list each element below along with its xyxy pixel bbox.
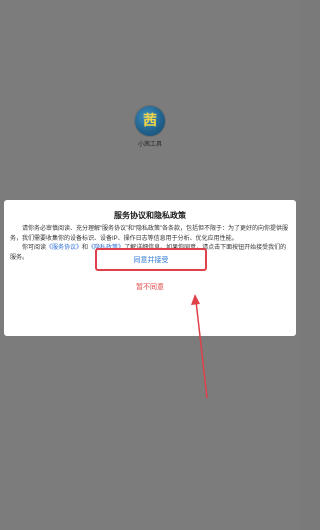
app-background: 茜 小茜工具 服务协议和隐私政策 请你务必审慎阅读、充分理解“服务协议”和“隐私…: [0, 0, 300, 530]
service-agreement-link[interactable]: 《服务协议》: [46, 245, 82, 251]
accept-button[interactable]: 同意并接受: [95, 248, 207, 271]
app-logo-text: 茜: [143, 113, 157, 129]
app-logo: 茜: [135, 106, 165, 136]
dialog-paragraph-1: 请你务必审慎阅读、充分理解“服务协议”和“隐私政策”各条款，包括但不限于：为了更…: [10, 226, 288, 242]
decline-button[interactable]: 暂不同意: [110, 281, 190, 293]
dialog-title: 服务协议和隐私政策: [114, 211, 186, 220]
app-name: 小茜工具: [137, 142, 162, 148]
paragraph-2-prefix: 你可阅读: [22, 245, 47, 251]
